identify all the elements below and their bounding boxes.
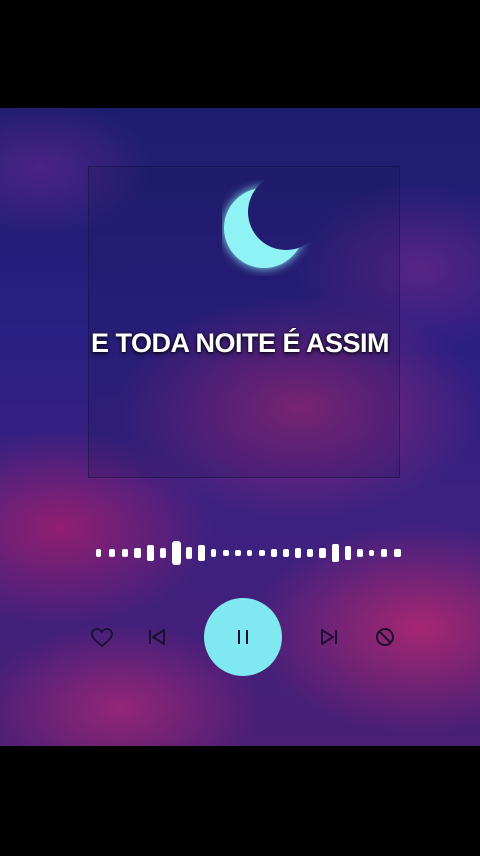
wave-bar <box>259 550 265 556</box>
wave-bar <box>160 548 166 558</box>
block-icon <box>376 628 394 646</box>
next-icon <box>321 629 337 645</box>
wave-bar <box>357 549 363 557</box>
background-scene: E TODA NOITE É ASSIM <box>0 108 480 746</box>
lyric-text: E TODA NOITE É ASSIM <box>90 328 390 358</box>
wave-bar <box>307 549 313 557</box>
moon-icon <box>224 188 304 268</box>
wave-bar <box>271 549 277 557</box>
wave-bar <box>96 549 101 557</box>
previous-button[interactable] <box>146 626 168 648</box>
wave-bar <box>186 547 192 559</box>
pause-button[interactable] <box>204 598 282 676</box>
pause-icon <box>238 630 248 644</box>
wave-bar <box>319 548 326 558</box>
wave-bar <box>147 545 154 561</box>
like-button[interactable] <box>90 626 114 650</box>
wave-bar <box>198 545 205 561</box>
audio-waveform[interactable] <box>94 538 410 568</box>
wave-bar <box>369 550 374 556</box>
wave-bar <box>109 549 115 557</box>
wave-bar <box>381 549 387 557</box>
wave-bar <box>247 550 252 556</box>
wave-bar <box>345 546 351 560</box>
wave-bar <box>235 550 241 556</box>
letterbox-top <box>0 0 480 108</box>
player-controls <box>0 598 480 678</box>
wave-bar <box>172 541 181 565</box>
next-button[interactable] <box>318 626 340 648</box>
heart-icon <box>91 628 113 647</box>
wave-bar <box>295 548 301 558</box>
previous-icon <box>149 629 165 645</box>
wave-bar <box>223 550 229 556</box>
wave-bar <box>122 549 128 557</box>
wave-bar <box>211 549 216 557</box>
block-button[interactable] <box>374 626 396 648</box>
wave-bar <box>394 549 401 557</box>
wave-bar <box>134 548 141 558</box>
letterbox-bottom <box>0 746 480 856</box>
wave-bar <box>283 549 289 557</box>
wave-bar <box>332 544 339 562</box>
